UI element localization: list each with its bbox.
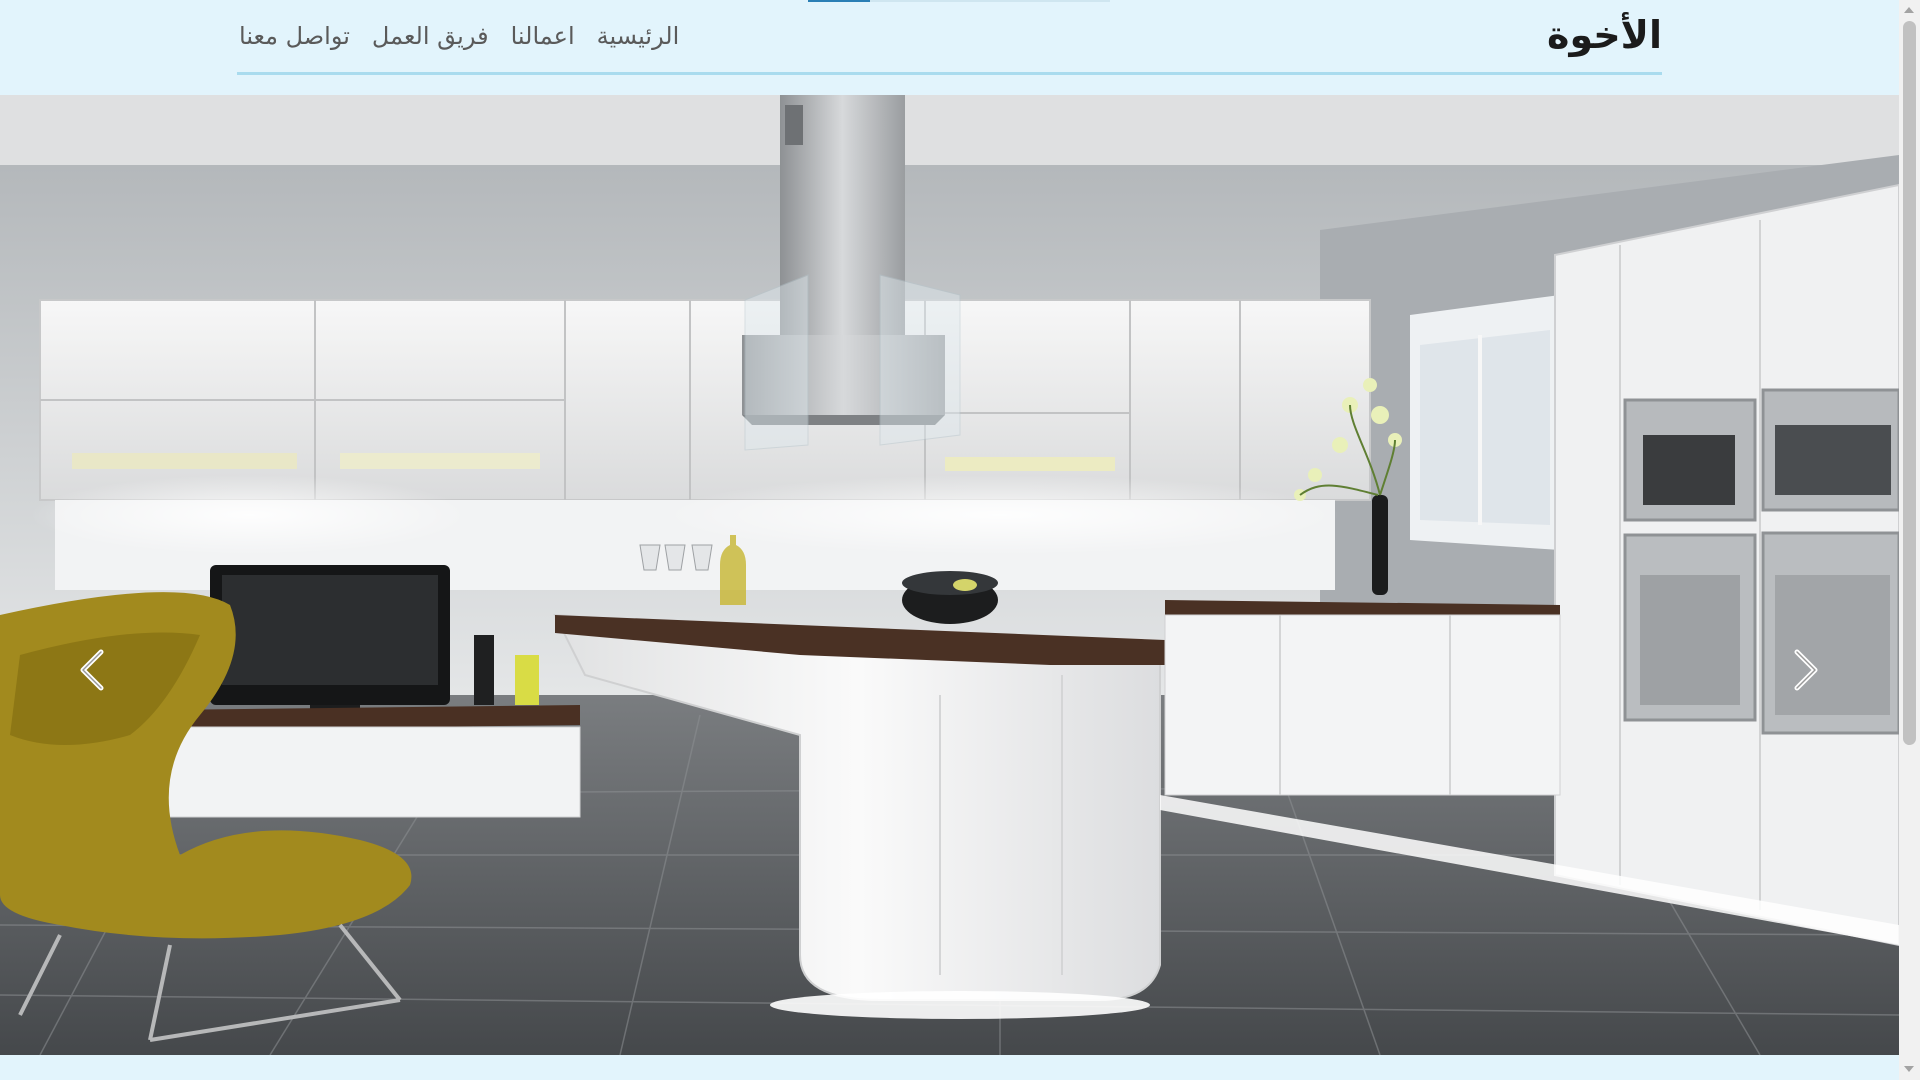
nav-item-our-work[interactable]: اعمالنا (509, 16, 577, 56)
chevron-left-icon (80, 649, 104, 691)
navbar: الأخوة الرئيسية اعمالنا فريق العمل تواصل… (237, 0, 1662, 75)
nav-item-home[interactable]: الرئيسية (595, 16, 682, 56)
carousel-next-button[interactable] (1784, 640, 1828, 700)
carousel-prev-button[interactable] (70, 640, 114, 700)
scroll-up-icon[interactable] (1904, 7, 1914, 13)
brand-logo[interactable]: الأخوة (1547, 10, 1662, 60)
scrollbar-thumb[interactable] (1903, 21, 1916, 745)
nav-item-contact[interactable]: تواصل معنا (237, 16, 352, 56)
nav-item-team[interactable]: فريق العمل (370, 16, 491, 56)
page: الأخوة الرئيسية اعمالنا فريق العمل تواصل… (0, 0, 1920, 1080)
scroll-down-icon[interactable] (1904, 1066, 1914, 1072)
chevron-right-icon (1794, 649, 1818, 691)
hero-carousel (0, 95, 1899, 1055)
nav-menu: الرئيسية اعمالنا فريق العمل تواصل معنا (237, 16, 681, 56)
carousel-slide-image (0, 95, 1899, 1055)
page-scrollbar[interactable] (1899, 0, 1920, 1080)
